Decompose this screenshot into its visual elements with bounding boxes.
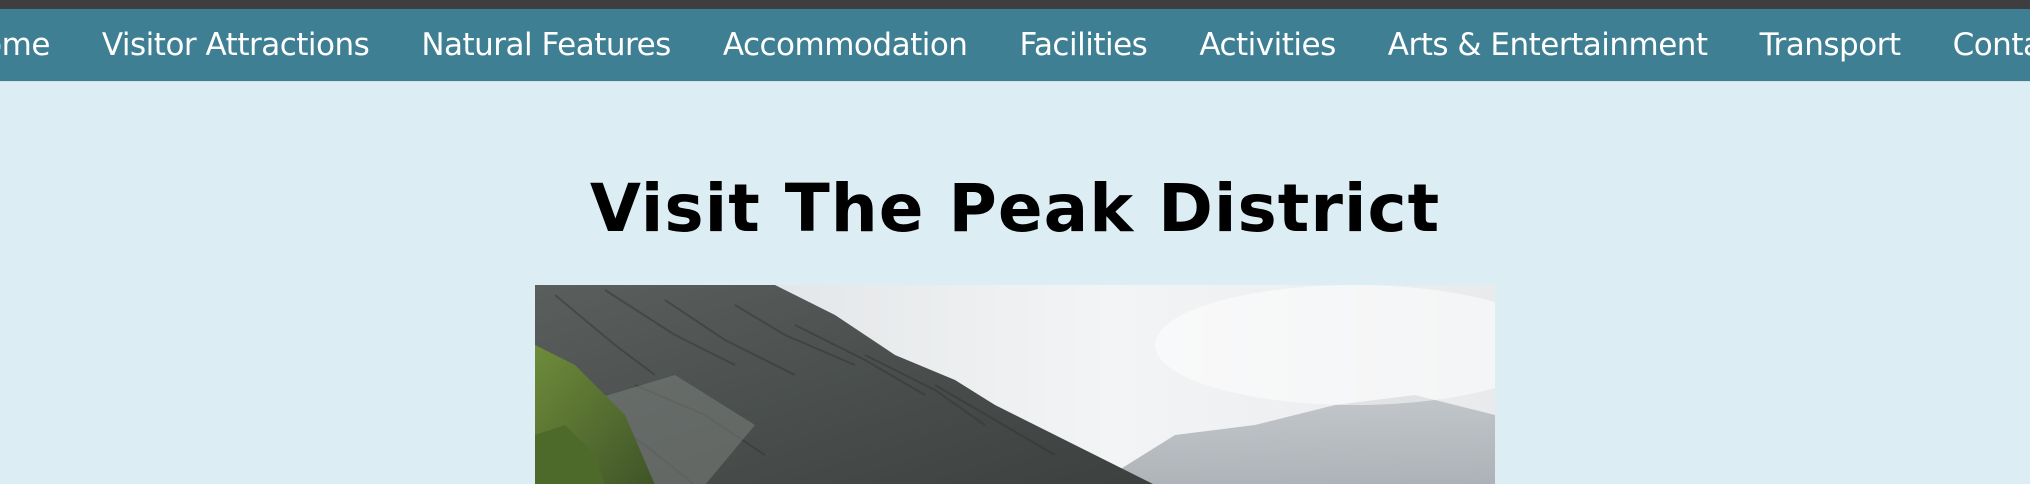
nav-home[interactable]: Home bbox=[0, 27, 76, 63]
main-content: Visit The Peak District bbox=[0, 81, 2030, 484]
hero-image bbox=[535, 285, 1495, 484]
page-title: Visit The Peak District bbox=[589, 170, 1441, 247]
nav-arts-entertainment[interactable]: Arts & Entertainment bbox=[1362, 27, 1734, 63]
nav-activities[interactable]: Activities bbox=[1173, 27, 1361, 63]
nav-accommodation[interactable]: Accommodation bbox=[697, 27, 994, 63]
nav-transport[interactable]: Transport bbox=[1734, 27, 1927, 63]
nav-facilities[interactable]: Facilities bbox=[993, 27, 1173, 63]
hero-landscape-image bbox=[535, 285, 1495, 484]
nav-natural-features[interactable]: Natural Features bbox=[395, 27, 697, 63]
nav-contact[interactable]: Contact bbox=[1927, 27, 2030, 63]
nav-visitor-attractions[interactable]: Visitor Attractions bbox=[76, 27, 395, 63]
browser-top-strip bbox=[0, 0, 2030, 9]
main-navigation: Home Visitor Attractions Natural Feature… bbox=[0, 9, 2030, 81]
